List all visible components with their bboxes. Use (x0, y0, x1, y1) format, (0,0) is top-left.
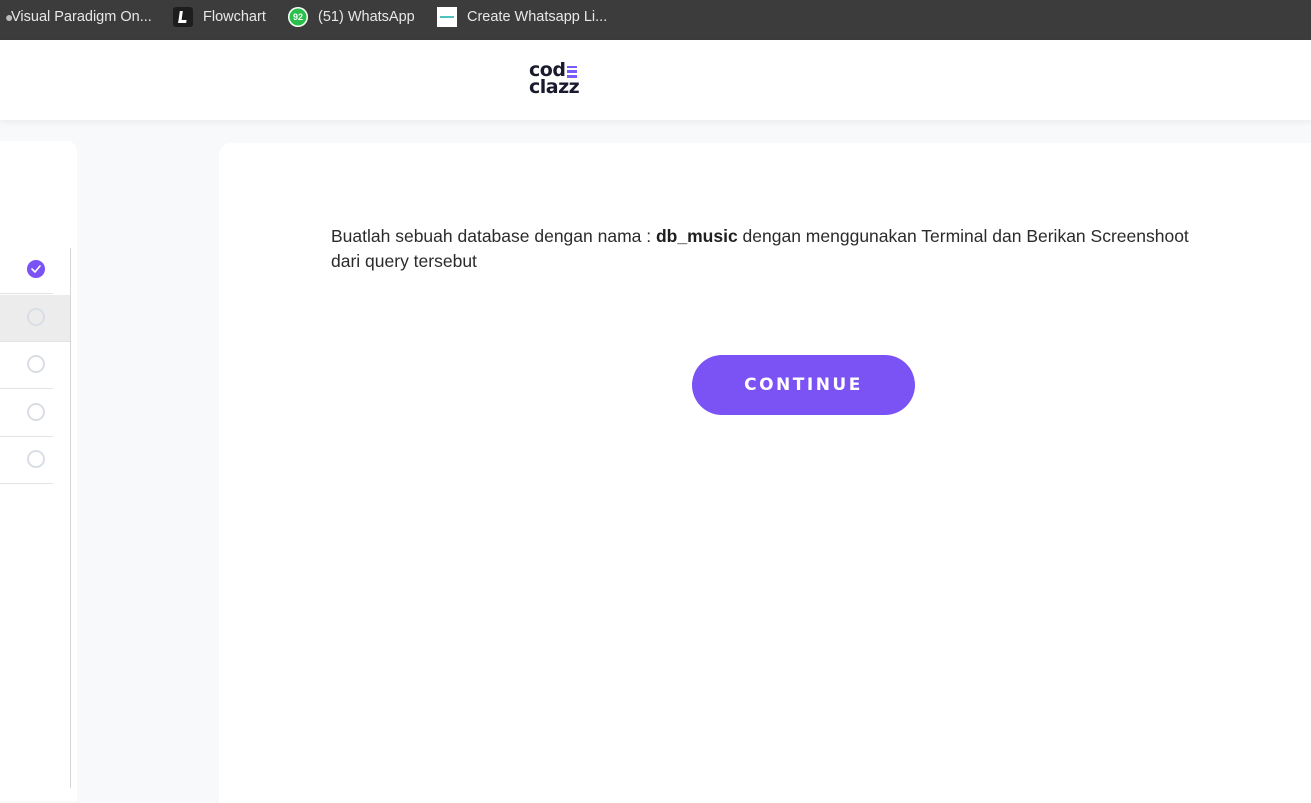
question-text: Buatlah sebuah database dengan nama : db… (331, 224, 1211, 274)
bookmark-label: Create Whatsapp Li... (467, 9, 608, 25)
whatsapp-icon: 92 (288, 7, 308, 27)
site-header: cod clazz (0, 40, 1311, 120)
empty-circle-icon (27, 308, 45, 326)
question-text-before: Buatlah sebuah database dengan nama : (331, 226, 656, 246)
bookmark-whatsapp[interactable]: 92 (51) WhatsApp (288, 0, 415, 34)
continue-button[interactable]: CONTINUE (692, 355, 915, 415)
step-item-2[interactable] (0, 295, 70, 342)
bookmark-create-whatsapp-link[interactable]: Create Whatsapp Li... (437, 0, 607, 34)
step-item-3[interactable] (0, 342, 53, 389)
bookmark-visual-paradigm[interactable]: ● Visual Paradigm On... (5, 0, 152, 34)
empty-circle-icon (27, 450, 45, 468)
bookmark-label: Visual Paradigm On... (11, 9, 152, 25)
bookmarks-bar: ● Visual Paradigm On... Flowchart 92 (51… (0, 0, 1311, 40)
generator-site-icon (437, 7, 457, 27)
bookmark-label: Flowchart (203, 9, 266, 25)
step-item-4[interactable] (0, 390, 53, 437)
logo-text-line2: clazz (529, 76, 580, 98)
check-circle-icon (27, 260, 45, 278)
bookmark-flowchart[interactable]: Flowchart (173, 0, 266, 34)
step-item-5[interactable] (0, 437, 53, 484)
visual-paradigm-icon: ● (5, 9, 14, 25)
sidebar-divider (70, 248, 71, 788)
codeclazz-logo[interactable]: cod clazz (529, 61, 591, 102)
database-name: db_music (655, 226, 738, 246)
flowchart-icon (173, 7, 193, 27)
empty-circle-icon (27, 403, 45, 421)
step-sidebar (0, 141, 77, 801)
empty-circle-icon (27, 355, 45, 373)
lesson-card: Buatlah sebuah database dengan nama : db… (219, 143, 1311, 803)
step-item-1[interactable] (0, 247, 53, 294)
bookmark-label: (51) WhatsApp (318, 9, 415, 25)
